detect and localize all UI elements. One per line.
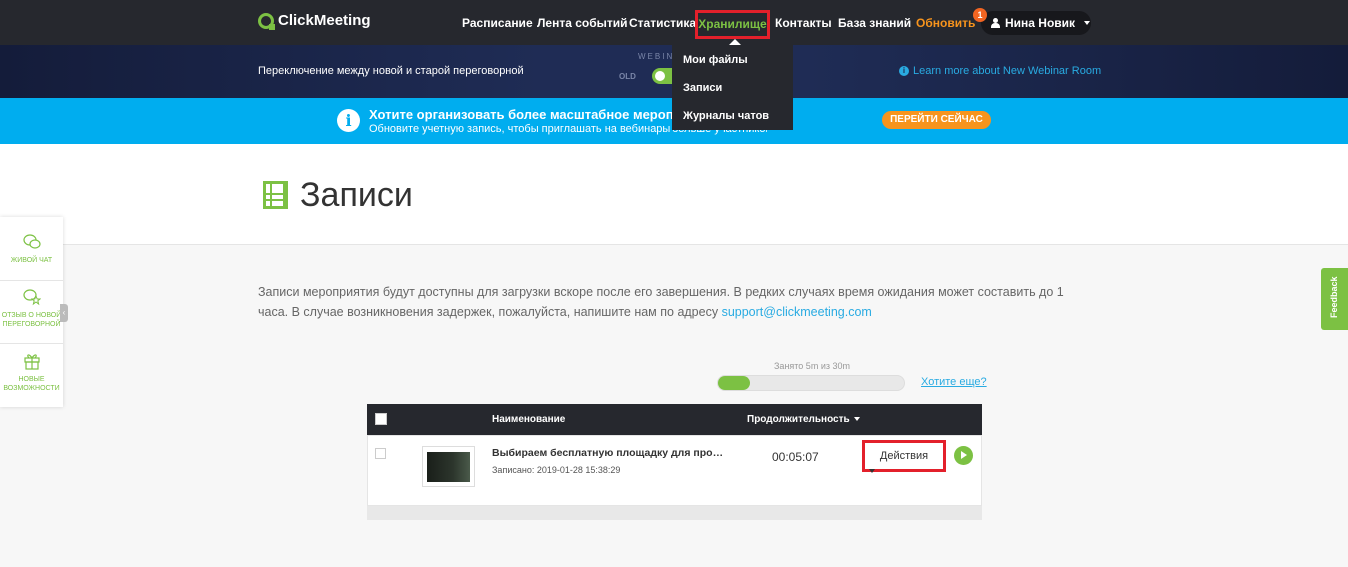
room-feedback-button[interactable]: ОТЗЫВ О НОВОЙ ПЕРЕГОВОРНОЙ (0, 288, 63, 329)
recordings-table-header (367, 404, 982, 435)
sort-down-icon (853, 417, 860, 422)
play-icon[interactable] (954, 446, 973, 465)
gift-icon (23, 354, 40, 370)
user-menu[interactable]: Нина Новик (981, 11, 1091, 35)
logo-icon (258, 12, 275, 30)
page-title: Записи (300, 176, 413, 214)
recording-duration: 00:05:07 (772, 450, 819, 464)
actions-dropdown-button[interactable]: Действия (862, 440, 946, 473)
nav-schedule[interactable]: Расписание (462, 16, 533, 30)
user-icon (991, 18, 1000, 28)
menu-recordings[interactable]: Записи (683, 82, 722, 94)
info-text: Записи мероприятия будут доступны для за… (258, 285, 1064, 319)
recording-date: Записано: 2019-01-28 15:38:29 (492, 465, 621, 475)
info-icon: i (337, 109, 360, 132)
live-chat-button[interactable]: ЖИВОЙ ЧАТ (0, 233, 63, 265)
support-email-link[interactable]: support@clickmeeting.com (722, 305, 872, 319)
want-more-link[interactable]: Хотите еще? (921, 376, 987, 388)
room-feedback-label: ОТЗЫВ О НОВОЙ ПЕРЕГОВОРНОЙ (1, 312, 62, 328)
chevron-down-icon (1084, 21, 1091, 25)
banner-title: Хотите организовать более масштабное мер… (369, 107, 672, 122)
nav-storage-label: Хранилище (698, 17, 767, 31)
storage-usage-fill (718, 376, 750, 390)
film-icon (263, 181, 288, 209)
banner-subtitle: Обновите учетную запись, чтобы приглашат… (369, 123, 672, 135)
live-chat-label: ЖИВОЙ ЧАТ (10, 257, 53, 264)
logo-text: ClickMeeting (278, 12, 371, 29)
nav-knowledge-base[interactable]: База знаний (838, 16, 911, 30)
old-label: OLD (619, 72, 636, 81)
nav-statistics[interactable]: Статистика (629, 16, 699, 30)
column-name: Наименование (492, 414, 566, 425)
actions-text: Действия (879, 450, 929, 462)
nav-contacts[interactable]: Контакты (775, 16, 832, 30)
user-name: Нина Новик (1005, 16, 1076, 30)
recording-thumbnail[interactable] (422, 446, 475, 487)
row-checkbox[interactable] (375, 448, 386, 459)
nav-event-feed[interactable]: Лента событий (537, 16, 637, 30)
table-footer (367, 506, 982, 520)
storage-usage-label: Занято 5m из 30m (774, 361, 850, 371)
column-duration-sort[interactable]: Продолжительность (747, 414, 860, 425)
chevron-down-icon (869, 469, 875, 473)
menu-chat-logs[interactable]: Журналы чатов (683, 110, 769, 122)
learn-more-text: Learn more about New Webinar Room (913, 65, 1102, 77)
clickmeeting-logo[interactable]: ClickMeeting (258, 12, 371, 30)
new-features-label: НОВЫЕ ВОЗМОЖНОСТИ (3, 376, 60, 392)
nav-upgrade[interactable]: Обновить (916, 16, 975, 30)
chat-bubbles-icon (22, 234, 41, 249)
divider (0, 280, 63, 281)
go-now-button[interactable]: ПЕРЕЙТИ СЕЙЧАС (882, 111, 991, 129)
room-switch-text: Переключение между новой и старой перего… (258, 65, 524, 77)
page-header (0, 144, 1348, 245)
learn-more-link[interactable]: i Learn more about New Webinar Room (899, 65, 1101, 77)
storage-dropdown: Мои файлы Записи Журналы чатов (672, 39, 793, 130)
storage-usage-bar (717, 375, 905, 391)
actions-label: Действия (865, 443, 943, 473)
select-all-checkbox[interactable] (375, 413, 387, 425)
nav-storage-highlighted[interactable]: Хранилище (695, 10, 770, 39)
collapse-widget-button[interactable]: ‹ (60, 304, 68, 322)
info-icon: i (899, 66, 909, 76)
column-duration-label: Продолжительность (747, 414, 850, 425)
divider (0, 343, 63, 344)
recording-title[interactable]: Выбираем бесплатную площадку для проведе… (492, 447, 727, 459)
feedback-tab[interactable]: Feedback (1321, 268, 1348, 330)
feedback-label: Feedback (1329, 276, 1339, 318)
new-features-button[interactable]: НОВЫЕ ВОЗМОЖНОСТИ (0, 352, 63, 393)
notification-badge[interactable]: 1 (973, 8, 987, 22)
side-widget: ЖИВОЙ ЧАТ ОТЗЫВ О НОВОЙ ПЕРЕГОВОРНОЙ НОВ… (0, 217, 63, 407)
chat-star-icon (22, 289, 41, 306)
recordings-info-text: Записи мероприятия будут доступны для за… (258, 282, 1088, 322)
menu-my-files[interactable]: Мои файлы (683, 54, 748, 66)
